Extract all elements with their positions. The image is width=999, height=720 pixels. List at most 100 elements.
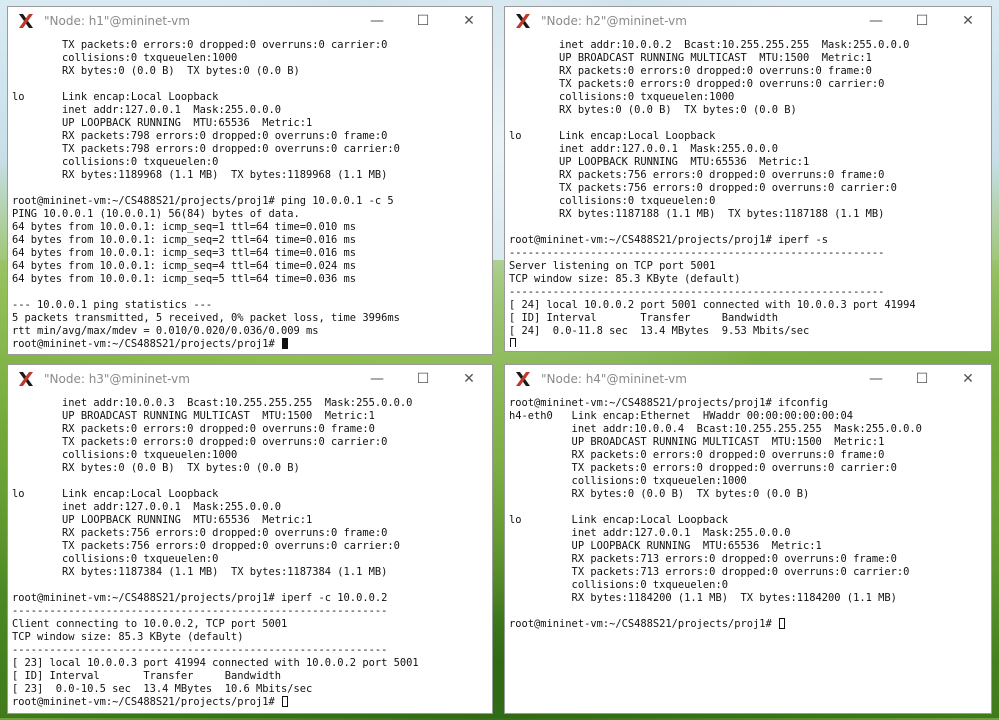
minimize-button[interactable]: — [853,365,899,393]
terminal-line-text: RX packets:756 errors:0 dropped:0 overru… [12,527,388,539]
terminal-line-text: 64 bytes from 10.0.0.1: icmp_seq=3 ttl=6… [12,247,357,259]
terminal-line: RX bytes:0 (0.0 B) TX bytes:0 (0.0 B) [12,65,488,78]
terminal-line-text: collisions:0 txqueuelen:0 [509,579,728,591]
terminal-line-text: [ ID] Interval Transfer Bandwidth [12,670,281,682]
terminal-line: RX packets:798 errors:0 dropped:0 overru… [12,130,488,143]
terminal-line: ----------------------------------------… [12,644,488,657]
terminal-line: TCP window size: 85.3 KByte (default) [12,631,488,644]
terminal-line: root@mininet-vm:~/CS488S21/projects/proj… [12,338,488,350]
maximize-button[interactable]: ☐ [899,365,945,393]
terminal-line: inet addr:127.0.0.1 Mask:255.0.0.0 [509,527,987,540]
terminal-line: collisions:0 txqueuelen:0 [12,156,488,169]
title-bar[interactable]: "Node: h3"@mininet-vm — ☐ ✕ [8,365,492,393]
terminal-output[interactable]: TX packets:0 errors:0 dropped:0 overruns… [12,39,488,350]
terminal-line-text: UP BROADCAST RUNNING MULTICAST MTU:1500 … [509,52,872,64]
terminal-line-text: RX bytes:1184200 (1.1 MB) TX bytes:11842… [509,592,897,604]
window-title: "Node: h3"@mininet-vm [44,372,190,386]
terminal-cursor [282,696,288,707]
terminal-window-h2[interactable]: "Node: h2"@mininet-vm — ☐ ✕ inet addr:10.0.… [504,6,992,352]
terminal-line-text: collisions:0 txqueuelen:1000 [12,52,238,64]
terminal-line-text: RX packets:0 errors:0 dropped:0 overruns… [509,65,872,77]
terminal-line: UP LOOPBACK RUNNING MTU:65536 Metric:1 [509,540,987,553]
terminal-line: inet addr:10.0.0.2 Bcast:10.255.255.255 … [509,39,987,52]
minimize-button[interactable]: — [354,365,400,393]
maximize-button[interactable]: ☐ [400,365,446,393]
terminal-line: RX packets:0 errors:0 dropped:0 overruns… [509,65,987,78]
terminal-line: TCP window size: 85.3 KByte (default) [509,273,987,286]
terminal-line-text: ----------------------------------------… [509,286,885,298]
terminal-window-h4[interactable]: "Node: h4"@mininet-vm — ☐ ✕ root@mininet-vm:… [504,364,992,714]
terminal-line-text: lo Link encap:Local Loopback [509,514,728,526]
terminal-line: inet addr:127.0.0.1 Mask:255.0.0.0 [12,501,488,514]
terminal-line-text: root@mininet-vm:~/CS488S21/projects/proj… [12,592,388,604]
close-button[interactable]: ✕ [446,365,492,393]
terminal-line: collisions:0 txqueuelen:1000 [12,449,488,462]
terminal-output[interactable]: root@mininet-vm:~/CS488S21/projects/proj… [509,397,987,709]
terminal-line-text: collisions:0 txqueuelen:0 [12,156,219,168]
terminal-line-text: inet addr:10.0.0.2 Bcast:10.255.255.255 … [509,39,910,51]
terminal-line: [ ID] Interval Transfer Bandwidth [12,670,488,683]
terminal-line-text: inet addr:127.0.0.1 Mask:255.0.0.0 [12,501,281,513]
terminal-line-text: UP BROADCAST RUNNING MULTICAST MTU:1500 … [12,410,375,422]
terminal-line-text: 5 packets transmitted, 5 received, 0% pa… [12,312,400,324]
terminal-line-text: collisions:0 txqueuelen:0 [12,553,219,565]
terminal-line: RX packets:756 errors:0 dropped:0 overru… [509,169,987,182]
terminal-output[interactable]: inet addr:10.0.0.2 Bcast:10.255.255.255 … [509,39,987,347]
title-bar[interactable]: "Node: h2"@mininet-vm — ☐ ✕ [505,7,991,35]
terminal-line: TX packets:756 errors:0 dropped:0 overru… [12,540,488,553]
terminal-line-text: collisions:0 txqueuelen:1000 [12,449,238,461]
title-bar[interactable]: "Node: h4"@mininet-vm — ☐ ✕ [505,365,991,393]
terminal-line: root@mininet-vm:~/CS488S21/projects/proj… [12,696,488,709]
terminal-line-text: UP LOOPBACK RUNNING MTU:65536 Metric:1 [12,514,313,526]
terminal-line: collisions:0 txqueuelen:0 [509,195,987,208]
terminal-line: root@mininet-vm:~/CS488S21/projects/proj… [12,592,488,605]
maximize-button[interactable]: ☐ [899,7,945,35]
terminal-line-text: UP LOOPBACK RUNNING MTU:65536 Metric:1 [12,117,313,129]
terminal-line-text: [ 24] 0.0-11.8 sec 13.4 MBytes 9.53 Mbit… [509,325,810,337]
close-button[interactable]: ✕ [446,7,492,35]
minimize-button[interactable]: — [853,7,899,35]
terminal-line-text: 64 bytes from 10.0.0.1: icmp_seq=5 ttl=6… [12,273,357,285]
terminal-line: lo Link encap:Local Loopback [509,514,987,527]
terminal-line: RX packets:0 errors:0 dropped:0 overruns… [509,449,987,462]
terminal-line: PING 10.0.0.1 (10.0.0.1) 56(84) bytes of… [12,208,488,221]
terminal-line: UP BROADCAST RUNNING MULTICAST MTU:1500 … [12,410,488,423]
terminal-cursor [779,618,785,629]
terminal-line-text: TX packets:0 errors:0 dropped:0 overruns… [509,462,897,474]
terminal-line: RX bytes:1187384 (1.1 MB) TX bytes:11873… [12,566,488,579]
terminal-window-h1[interactable]: "Node: h1"@mininet-vm — ☐ ✕ TX packets:0 er… [7,6,493,355]
terminal-line-text: TX packets:0 errors:0 dropped:0 overruns… [12,39,388,51]
terminal-line-text: collisions:0 txqueuelen:1000 [509,91,735,103]
x11-logo-icon [16,369,36,389]
terminal-line: [ 23] local 10.0.0.3 port 41994 connecte… [12,657,488,670]
terminal-line: [ 24] 0.0-11.8 sec 13.4 MBytes 9.53 Mbit… [509,325,987,338]
terminal-line: inet addr:10.0.0.3 Bcast:10.255.255.255 … [12,397,488,410]
terminal-line-text: [ ID] Interval Transfer Bandwidth [509,312,778,324]
terminal-window-h3[interactable]: "Node: h3"@mininet-vm — ☐ ✕ inet addr:10.0.… [7,364,493,714]
terminal-line-text: UP BROADCAST RUNNING MULTICAST MTU:1500 … [509,436,885,448]
terminal-line-text: RX packets:0 errors:0 dropped:0 overruns… [12,423,375,435]
terminal-output[interactable]: inet addr:10.0.0.3 Bcast:10.255.255.255 … [12,397,488,709]
terminal-line-text: [ 24] local 10.0.0.2 port 5001 connected… [509,299,916,311]
maximize-button[interactable]: ☐ [400,7,446,35]
terminal-line: --- 10.0.0.1 ping statistics --- [12,299,488,312]
terminal-line [509,338,987,347]
terminal-line-text: lo Link encap:Local Loopback [12,91,219,103]
title-bar[interactable]: "Node: h1"@mininet-vm — ☐ ✕ [8,7,492,35]
terminal-line-text: UP LOOPBACK RUNNING MTU:65536 Metric:1 [509,156,810,168]
terminal-line-text: TX packets:798 errors:0 dropped:0 overru… [12,143,400,155]
terminal-line-text: RX bytes:0 (0.0 B) TX bytes:0 (0.0 B) [509,488,810,500]
terminal-line-text: root@mininet-vm:~/CS488S21/projects/proj… [12,195,394,207]
terminal-line: lo Link encap:Local Loopback [12,488,488,501]
terminal-line-text: TCP window size: 85.3 KByte (default) [12,631,244,643]
close-button[interactable]: ✕ [945,365,991,393]
terminal-line: [ 24] local 10.0.0.2 port 5001 connected… [509,299,987,312]
minimize-button[interactable]: — [354,7,400,35]
terminal-line: 64 bytes from 10.0.0.1: icmp_seq=2 ttl=6… [12,234,488,247]
close-button[interactable]: ✕ [945,7,991,35]
terminal-line-text: root@mininet-vm:~/CS488S21/projects/proj… [509,618,778,630]
terminal-line-text: ----------------------------------------… [12,644,388,656]
